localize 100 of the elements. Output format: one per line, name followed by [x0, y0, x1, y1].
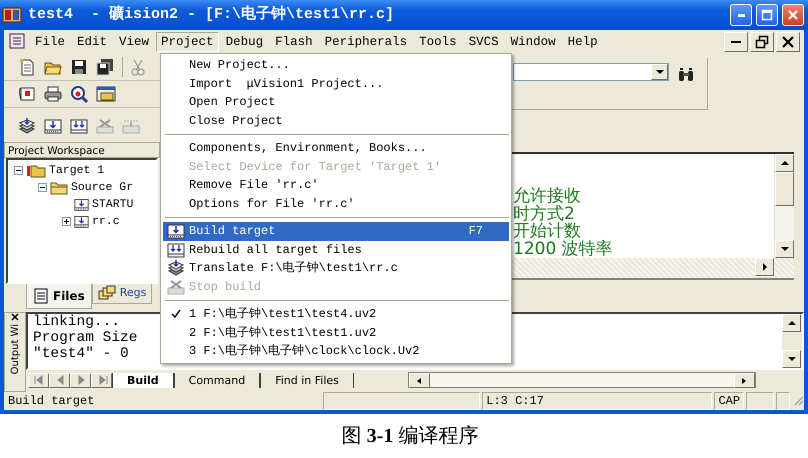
menu-item[interactable]: SVCS	[464, 32, 504, 52]
menu-item[interactable]: Open Project	[163, 93, 509, 112]
shortcut-label: F7	[468, 223, 484, 240]
save-icon[interactable]	[70, 58, 88, 76]
maximize-icon	[761, 9, 773, 21]
output-tab[interactable]: Find in Files	[260, 372, 354, 388]
log-line: "test4" - 0	[33, 346, 129, 362]
menu-item[interactable]: Flash	[270, 32, 318, 52]
tree-item[interactable]: rr.c	[92, 212, 120, 230]
status-pane	[776, 392, 790, 410]
menu-item[interactable]: Help	[562, 32, 603, 52]
menu-item[interactable]: Project	[156, 32, 219, 52]
tab-scroll-button[interactable]	[28, 372, 49, 388]
minimize-icon	[738, 14, 744, 16]
status-message: Build target	[7, 393, 96, 410]
menu-item[interactable]: Window	[506, 32, 561, 52]
vertical-scrollbar[interactable]	[774, 154, 794, 258]
source-file-icon	[74, 214, 89, 229]
menu-item[interactable]: File	[30, 32, 70, 52]
document-icon	[33, 288, 49, 304]
menu-item[interactable]: Close Project	[163, 112, 509, 130]
log-line: linking...	[33, 314, 120, 330]
source-file-icon	[74, 197, 89, 212]
caps-indicator: CAP	[714, 392, 744, 410]
magnifier-icon[interactable]	[70, 85, 88, 103]
translate-icon[interactable]	[18, 116, 36, 134]
up-arrow-icon	[788, 321, 796, 325]
menu-item[interactable]: Translate F:\电子钟\test1\rr.c	[163, 259, 509, 278]
menu-item[interactable]: Options for File 'rr.c'	[163, 194, 509, 213]
maximize-button[interactable]	[756, 4, 778, 26]
expander-icon[interactable]	[62, 217, 71, 226]
restore-button[interactable]	[750, 32, 774, 52]
panel-tab[interactable]: Regs	[92, 284, 152, 304]
menu-item[interactable]: Import μVision1 Project...	[163, 74, 509, 93]
log-line: Program Size	[33, 330, 138, 346]
scroll-up-button[interactable]	[782, 314, 801, 332]
stop-build-icon	[167, 278, 185, 296]
menu-item[interactable]: Remove File 'rr.c'	[163, 176, 509, 194]
document-icon	[8, 33, 26, 50]
close-icon	[781, 35, 795, 49]
figure-caption: 图 3-1 编译程序	[342, 424, 478, 449]
panel-title: Project Workspace	[4, 142, 160, 158]
tab-scroll-button[interactable]	[91, 372, 112, 388]
output-window-label: Output Wi	[8, 324, 22, 374]
menu-item[interactable]: Build target F7	[163, 222, 509, 240]
caret-icon	[654, 67, 664, 77]
right-arrow-icon	[762, 263, 766, 271]
output-tab[interactable]: Build	[112, 372, 174, 388]
scroll-right-button[interactable]	[734, 373, 755, 388]
output-tab[interactable]: Command	[174, 372, 260, 388]
down-arrow-icon	[788, 357, 796, 361]
panel-tab[interactable]: Files	[26, 284, 92, 309]
menu-item[interactable]: Tools	[414, 32, 462, 52]
horizontal-scrollbar[interactable]	[408, 372, 756, 388]
bookmark-page-icon[interactable]	[18, 85, 36, 103]
window-title: test4 - 礦ision2 - [F:\电子钟\test1\rr.c]	[28, 4, 394, 25]
menu-item[interactable]: New Project...	[163, 56, 509, 74]
target-folder-icon	[26, 164, 46, 178]
close-icon[interactable]	[11, 313, 19, 321]
code-line: 允许接收	[513, 188, 581, 206]
menu-item[interactable]: Components, Environment, Books...	[163, 139, 509, 158]
menu-item[interactable]: 3 F:\电子钟\电子钟\clock\clock.Uv2	[163, 342, 509, 360]
scroll-up-button[interactable]	[775, 154, 794, 172]
menu-item[interactable]: 2 F:\电子钟\test1\test1.uv2	[163, 324, 509, 342]
rebuild-icon	[167, 240, 185, 259]
rebuild-icon[interactable]	[70, 116, 88, 134]
close-button[interactable]	[776, 32, 800, 52]
menu-item[interactable]: Edit	[72, 32, 112, 52]
translate-icon	[167, 259, 185, 278]
tab-scroll-button[interactable]	[49, 372, 70, 388]
menu-item[interactable]: View	[114, 32, 154, 52]
menu-item[interactable]: 1 F:\电子钟\test1\test4.uv2	[163, 305, 509, 324]
save-all-icon[interactable]	[96, 58, 114, 76]
scroll-down-button[interactable]	[775, 240, 794, 258]
tree-item[interactable]: Target 1	[49, 162, 104, 180]
scissors-icon[interactable]	[131, 58, 145, 76]
scroll-down-button[interactable]	[782, 350, 801, 368]
down-arrow-icon	[780, 247, 788, 251]
code-line: 时方式2	[513, 206, 575, 223]
new-file-icon[interactable]	[18, 58, 36, 76]
search-combo[interactable]	[513, 63, 669, 81]
scroll-right-button[interactable]	[755, 258, 774, 276]
scroll-left-button[interactable]	[408, 373, 430, 388]
window-panel-icon[interactable]	[96, 85, 116, 103]
build-icon[interactable]	[44, 116, 62, 134]
menu-item[interactable]: Peripherals	[320, 32, 412, 52]
tree-item[interactable]: Source Gr	[71, 178, 134, 196]
expander-icon[interactable]	[14, 166, 23, 175]
menu-item[interactable]: Debug	[220, 32, 268, 52]
scroll-thumb[interactable]	[775, 172, 794, 206]
binoculars-icon[interactable]	[677, 66, 695, 83]
tab-scroll-button[interactable]	[70, 372, 91, 388]
minimize-button[interactable]	[724, 32, 748, 52]
tree-item[interactable]: STARTU	[92, 196, 134, 214]
menu-item[interactable]: Rebuild all target files	[163, 240, 509, 259]
vertical-scrollbar[interactable]	[782, 314, 802, 368]
printer-icon[interactable]	[44, 85, 62, 103]
expander-icon[interactable]	[38, 183, 47, 192]
dropdown-button[interactable]	[651, 64, 668, 80]
code-line: 1200 波特率	[513, 240, 613, 258]
